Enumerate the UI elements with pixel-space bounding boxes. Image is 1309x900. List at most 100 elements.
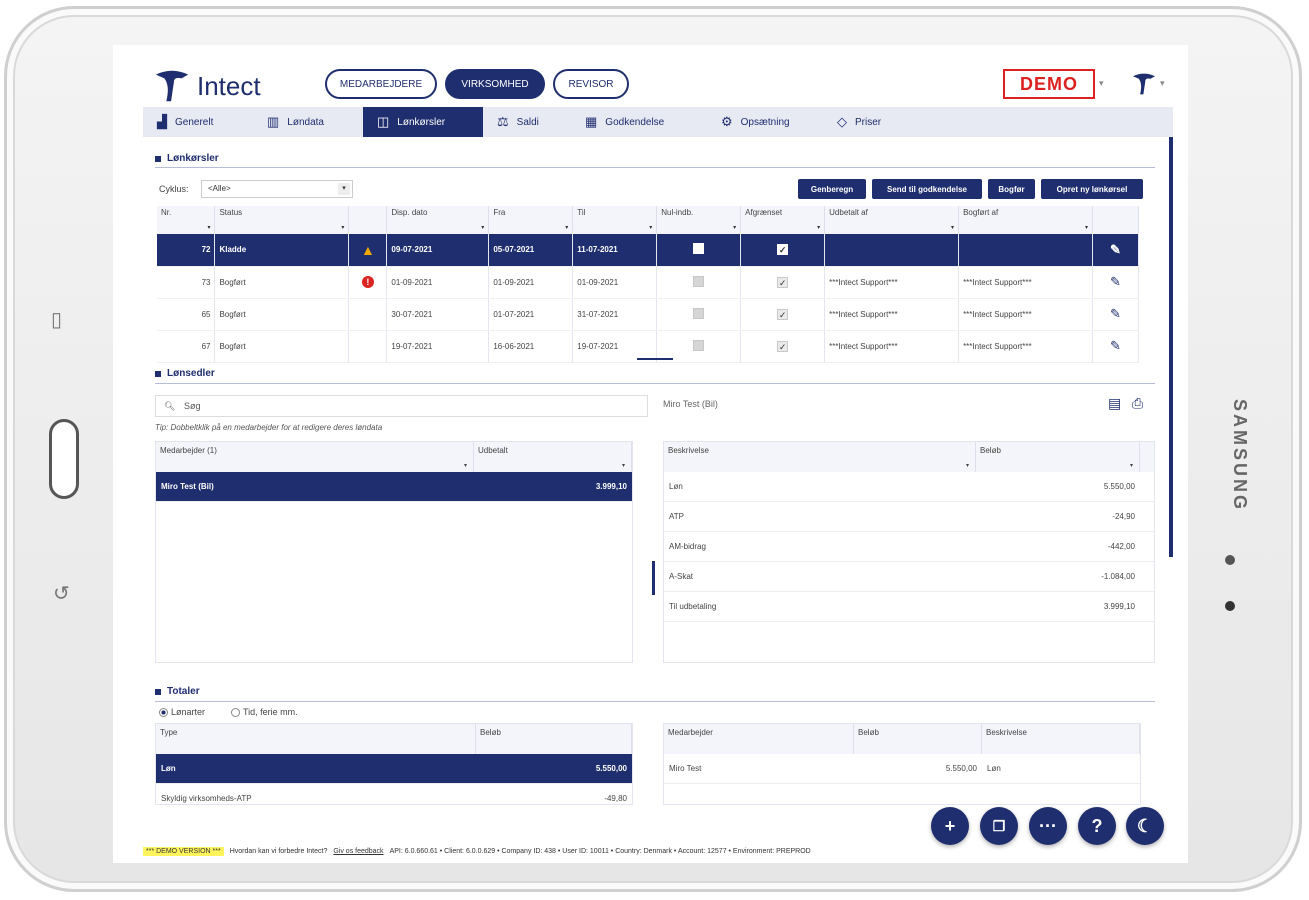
col-header[interactable]: Beskrivelse ▾: [664, 442, 976, 472]
col-header-label: Beløb: [980, 446, 1001, 455]
role-button-employees[interactable]: MEDARBEJDERE: [325, 69, 437, 99]
list-item[interactable]: Miro Test 5.550,00 Løn: [664, 754, 1140, 784]
cell-limited: [740, 234, 826, 267]
col-header-label: Afgrænset: [745, 208, 783, 217]
tab-payruns[interactable]: ◫ Lønkørsler: [363, 107, 483, 137]
edit-icon[interactable]: ✎: [1110, 338, 1121, 353]
col-header[interactable]: Beløb: [854, 724, 982, 754]
tab-salary-data[interactable]: ▥ Løndata: [253, 107, 363, 137]
radio-time-vacation[interactable]: Tid, ferie mm.: [231, 707, 298, 718]
role-button-company[interactable]: VIRKSOMHED: [445, 69, 545, 99]
col-header[interactable]: Bogført af ▾: [958, 206, 1093, 234]
list-item[interactable]: AM-bidrag -442,00: [664, 532, 1154, 562]
vertical-splitter[interactable]: [652, 561, 655, 595]
cycle-select[interactable]: <Alle> ▾: [201, 180, 353, 198]
feedback-link[interactable]: Giv os feedback: [333, 848, 383, 855]
sort-icon: ▾: [207, 225, 211, 231]
cell-nr: 72: [157, 234, 216, 267]
col-header[interactable]: Status ▾: [214, 206, 350, 234]
pages-button[interactable]: ❐: [980, 807, 1018, 845]
add-button[interactable]: +: [931, 807, 969, 845]
tab-label: Lønkørsler: [397, 116, 446, 128]
radio-button: [231, 708, 240, 718]
col-header[interactable]: Medarbejder: [664, 724, 854, 754]
radio-wage-types[interactable]: Lønarter: [159, 707, 205, 718]
sort-icon: ▾: [649, 225, 653, 231]
col-header-label: Type: [160, 728, 178, 737]
checkbox: [693, 307, 705, 319]
table-row[interactable]: 72 Kladde ▲ 09-07-2021 05-07-2021 11-07-…: [157, 234, 1140, 267]
radio-label: Tid, ferie mm.: [243, 707, 298, 717]
chevron-down-icon[interactable]: ▾: [1160, 78, 1165, 89]
home-button[interactable]: [49, 419, 79, 499]
col-header[interactable]: Disp. dato ▾: [386, 206, 490, 234]
col-header[interactable]: Udbetalt af ▾: [824, 206, 960, 234]
checkbox: [777, 308, 789, 320]
col-header[interactable]: Afgrænset ▾: [740, 206, 826, 234]
page-scrollbar[interactable]: [1169, 137, 1173, 557]
recent-apps-icon[interactable]: ▯: [51, 307, 62, 332]
col-header-label: Nul-indb.: [661, 208, 694, 217]
create-payrun-button[interactable]: Opret ny lønkørsel: [1041, 179, 1143, 199]
export-icon[interactable]: ▤: [1108, 395, 1121, 412]
tab-label: Generelt: [175, 116, 214, 128]
chart-icon: ▟: [157, 114, 167, 129]
demo-badge[interactable]: DEMO: [1003, 69, 1095, 99]
profile-logo-icon[interactable]: [1131, 71, 1157, 97]
search-input[interactable]: 🔍︎ Søg: [155, 395, 648, 417]
list-item[interactable]: ATP -24,90: [664, 502, 1154, 532]
col-header[interactable]: Fra ▾: [488, 206, 574, 234]
employees-panel: Medarbejder (1) ▾ Udbetalt ▾ Miro Test (Bi…: [155, 441, 633, 663]
print-icon[interactable]: ⎙: [1132, 395, 1143, 412]
cell-disp-date: 19-07-2021: [386, 330, 490, 363]
divider: [155, 383, 1155, 384]
tab-balances[interactable]: ⚖ Saldi: [483, 107, 571, 137]
col-header[interactable]: Type: [156, 724, 476, 754]
list-item[interactable]: Skyldig virksomheds-ATP -49,80: [156, 784, 632, 804]
tab-general[interactable]: ▟ Generelt: [143, 107, 253, 137]
send-for-approval-button[interactable]: Send til godkendelse: [872, 179, 982, 199]
col-header[interactable]: Beløb ▾: [976, 442, 1140, 472]
list-item[interactable]: Til udbetaling 3.999,10: [664, 592, 1154, 622]
tab-prices[interactable]: ◇ Priser: [823, 107, 923, 137]
list-item[interactable]: A-Skat -1.084,00: [664, 562, 1154, 592]
edit-icon[interactable]: ✎: [1110, 274, 1121, 289]
recalculate-button[interactable]: Genberegn: [798, 179, 866, 199]
col-header[interactable]: Medarbejder (1) ▾: [156, 442, 474, 472]
list-item[interactable]: Løn 5.550,00: [664, 472, 1154, 502]
edit-icon[interactable]: ✎: [1110, 306, 1121, 321]
list-item[interactable]: Løn 5.550,00: [156, 754, 632, 784]
post-button[interactable]: Bogfør: [988, 179, 1035, 199]
tab-settings[interactable]: ⚙ Opsætning: [707, 107, 823, 137]
cycle-label: Cyklus:: [159, 184, 189, 194]
edit-icon[interactable]: ✎: [1110, 242, 1121, 257]
cell-nr: 65: [157, 298, 216, 331]
help-button[interactable]: ?: [1078, 807, 1116, 845]
list-item[interactable]: Miro Test (Bil) 3.999,10: [156, 472, 632, 502]
col-header[interactable]: Nul-indb. ▾: [656, 206, 742, 234]
logo[interactable]: Intect: [153, 67, 261, 105]
horizontal-splitter[interactable]: [637, 358, 673, 360]
warning-icon[interactable]: ▲: [361, 242, 375, 258]
chevron-down-icon[interactable]: ▾: [1099, 78, 1104, 89]
col-header[interactable]: Til ▾: [572, 206, 658, 234]
cell-status: Bogført: [214, 298, 350, 331]
col-header[interactable]: Beløb: [476, 724, 632, 754]
back-icon[interactable]: ↺: [53, 581, 70, 606]
checkbox: [777, 244, 789, 256]
col-header[interactable]: Nr. ▾: [157, 206, 216, 234]
calendar-icon: ▦: [585, 114, 598, 129]
dark-mode-button[interactable]: ☾: [1126, 807, 1164, 845]
cell-status: Bogført: [214, 330, 350, 363]
col-header[interactable]: Udbetalt ▾: [474, 442, 632, 472]
table-row[interactable]: 65 Bogført 30-07-2021 01-07-2021 31-07-2…: [157, 298, 1140, 331]
more-button[interactable]: ···: [1029, 807, 1067, 845]
error-icon[interactable]: !: [361, 276, 374, 288]
col-header[interactable]: Beskrivelse: [982, 724, 1140, 754]
total-type: Løn: [161, 764, 176, 773]
role-button-auditor[interactable]: REVISOR: [553, 69, 629, 99]
table-row[interactable]: 73 Bogført ! 01-09-2021 01-09-2021 01-09…: [157, 266, 1140, 299]
sort-icon: ▾: [817, 225, 821, 231]
tab-approval[interactable]: ▦ Godkendelse: [571, 107, 707, 137]
employee-amount: 3.999,10: [595, 482, 627, 491]
